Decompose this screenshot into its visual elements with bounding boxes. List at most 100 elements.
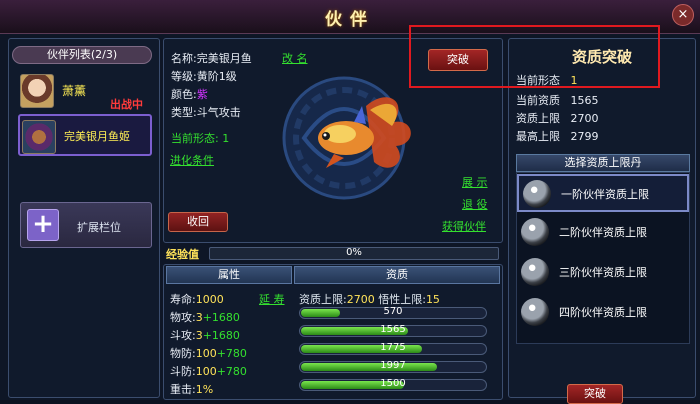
- pill-label: 二阶伙伴资质上限: [559, 226, 647, 239]
- deployed-status: 出战中: [110, 98, 143, 111]
- stat-value: 3: [195, 329, 203, 342]
- pill-icon: [521, 298, 549, 326]
- release-link[interactable]: 退 役: [462, 196, 488, 212]
- exp-progress-bar: 0%: [209, 247, 499, 260]
- tab-quality[interactable]: 资质: [294, 266, 500, 284]
- partner-slot-2[interactable]: 完美银月鱼姬: [18, 114, 152, 156]
- avatar: [20, 74, 54, 108]
- quality-bar-value: 1775: [380, 342, 406, 353]
- stat-bonus: +1680: [202, 311, 240, 324]
- quality-cap-row: 资质上限 2700: [516, 110, 599, 126]
- quality-bar: 570: [299, 306, 487, 319]
- name-value: 完美银月鱼: [196, 52, 252, 65]
- info-type-row: 类型:斗气攻击: [171, 104, 241, 120]
- stat-value: 3: [195, 311, 203, 324]
- stat-value: 1%: [195, 383, 214, 396]
- current-quality-row: 当前资质 1565: [516, 92, 599, 108]
- quality-limit-row: 资质上限:2700 悟性上限:15: [299, 291, 440, 307]
- pill-label: 四阶伙伴资质上限: [559, 306, 647, 319]
- stat-value: 1000: [195, 293, 224, 306]
- pill-icon: [521, 218, 549, 246]
- recall-button[interactable]: 收回: [168, 212, 228, 232]
- close-icon[interactable]: ×: [672, 4, 694, 26]
- info-form-row: 当前形态: 1: [171, 130, 229, 146]
- annotation-highlight-box: [409, 25, 660, 88]
- pill-item-tier-1[interactable]: 一阶伙伴资质上限: [517, 174, 689, 212]
- form-key: 当前形态:: [171, 132, 219, 145]
- insight-limit-key: 悟性上限:: [378, 293, 426, 306]
- pill-icon: [521, 258, 549, 286]
- quality-bar: 1565: [299, 324, 487, 337]
- quality-bar-value: 570: [383, 306, 403, 317]
- level-key: 等级:: [171, 70, 197, 83]
- quality-bar-value: 1997: [380, 360, 406, 371]
- exp-label: 经验值: [166, 248, 199, 261]
- rename-link[interactable]: 改 名: [282, 50, 308, 66]
- name-key: 名称:: [171, 52, 197, 65]
- stat-row-phys-def: 物防:100+780: [170, 345, 247, 361]
- info-name-row: 名称:完美银月鱼: [171, 50, 252, 66]
- expand-slot-label: 扩展栏位: [77, 221, 121, 234]
- quality-bar-value: 1565: [380, 324, 406, 335]
- pill-item-tier-3[interactable]: 三阶伙伴资质上限: [517, 254, 689, 292]
- show-link[interactable]: 展 示: [462, 174, 488, 190]
- partner-name: 完美银月鱼姬: [64, 130, 130, 143]
- pill-label: 三阶伙伴资质上限: [559, 266, 647, 279]
- evolve-condition-link[interactable]: 进化条件: [170, 152, 214, 168]
- quality-cap-value: 2700: [570, 112, 599, 125]
- form-value: 1: [222, 132, 230, 145]
- pill-icon: [523, 180, 551, 208]
- max-cap-row: 最高上限 2799: [516, 128, 599, 144]
- stat-key: 斗防:: [170, 365, 196, 378]
- stat-bonus: +780: [216, 347, 247, 360]
- expand-slot-button[interactable]: + 扩展栏位: [20, 202, 152, 248]
- extend-life-link[interactable]: 延 寿: [259, 291, 285, 307]
- info-level-row: 等级:黄阶1级: [171, 68, 237, 84]
- max-cap-value: 2799: [570, 130, 599, 143]
- partner-name: 萧薰: [62, 84, 87, 98]
- stat-bonus: +1680: [202, 329, 240, 342]
- color-value: 紫: [196, 88, 208, 101]
- partner-slot-1[interactable]: 萧薰 出战中: [18, 70, 152, 112]
- color-key: 颜色:: [171, 88, 197, 101]
- pill-select-header: 选择资质上限丹: [516, 154, 690, 172]
- insight-limit-value: 15: [425, 293, 440, 306]
- current-quality-value: 1565: [570, 94, 599, 107]
- pill-label: 一阶伙伴资质上限: [561, 188, 649, 201]
- goldfish-partner-image: [282, 76, 411, 200]
- info-color-row: 颜色:紫: [171, 86, 208, 102]
- type-value: 斗气攻击: [196, 106, 241, 119]
- breakthrough-confirm-button[interactable]: 突破: [567, 384, 623, 404]
- get-partner-link[interactable]: 获得伙伴: [442, 218, 486, 234]
- quality-limit-value: 2700: [346, 293, 375, 306]
- quality-bar-value: 1500: [380, 378, 406, 389]
- stat-key: 物防:: [170, 347, 196, 360]
- max-cap-key: 最高上限: [516, 130, 560, 143]
- stat-row-phys-atk: 物攻:3+1680: [170, 309, 240, 325]
- avatar: [22, 120, 56, 154]
- stat-bonus: +780: [216, 365, 247, 378]
- type-key: 类型:: [171, 106, 197, 119]
- stat-key: 重击:: [170, 383, 196, 396]
- exp-row: 经验值 0%: [163, 246, 503, 262]
- stat-row-qi-atk: 斗攻:3+1680: [170, 327, 240, 343]
- quality-limit-key: 资质上限:: [299, 293, 347, 306]
- pill-item-tier-2[interactable]: 二阶伙伴资质上限: [517, 214, 689, 252]
- exp-percent: 0%: [346, 247, 362, 258]
- partner-window: 伙伴 × 伙伴列表(2/3) 萧薰 出战中 完美银月鱼姬 + 扩展栏位 名称:完…: [0, 0, 700, 404]
- quality-bar: 1997: [299, 360, 487, 373]
- stat-value: 100: [195, 365, 217, 378]
- partner-list-header: 伙伴列表(2/3): [12, 46, 152, 64]
- stat-row-critical: 重击:1%: [170, 381, 213, 397]
- stat-key: 寿命:: [170, 293, 196, 306]
- current-quality-key: 当前资质: [516, 94, 560, 107]
- tab-attributes[interactable]: 属性: [166, 266, 292, 284]
- stat-row-lifespan: 寿命:1000: [170, 291, 224, 307]
- quality-bar: 1775: [299, 342, 487, 355]
- quality-cap-key: 资质上限: [516, 112, 560, 125]
- pill-item-tier-4[interactable]: 四阶伙伴资质上限: [517, 294, 689, 332]
- stat-value: 100: [195, 347, 217, 360]
- stat-row-qi-def: 斗防:100+780: [170, 363, 247, 379]
- level-value: 黄阶1级: [196, 70, 237, 83]
- stat-key: 物攻:: [170, 311, 196, 324]
